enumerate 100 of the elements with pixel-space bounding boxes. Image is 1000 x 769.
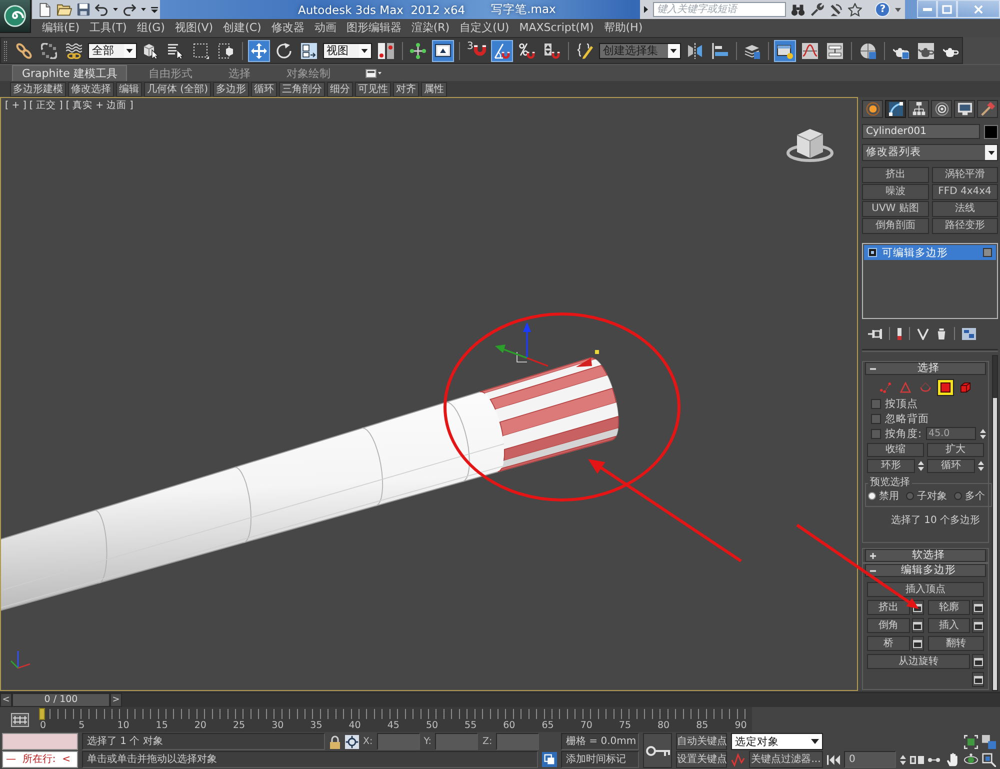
rollout-button[interactable]: 挤出 [867, 600, 910, 615]
open-folder-icon[interactable] [57, 2, 72, 16]
modifier-button[interactable]: 路径变形 [932, 218, 998, 234]
caret-icon[interactable] [895, 8, 901, 12]
menu-item[interactable]: MAXScript(M) [514, 20, 599, 36]
spinner-arrows-icon[interactable] [918, 460, 924, 472]
menu-item[interactable]: 创建(C) [218, 20, 266, 36]
two-rectangles-icon[interactable] [910, 756, 924, 764]
ribbon-tab[interactable]: 选择 [213, 65, 266, 81]
go-to-start-icon[interactable] [827, 754, 840, 764]
set-key-button[interactable] [643, 733, 672, 768]
toolbar-button[interactable] [491, 40, 513, 62]
rollout-button[interactable]: 从边旋转 [867, 654, 970, 669]
satellite-dish-icon[interactable] [829, 2, 844, 16]
rollout-button[interactable]: 轮廓 [928, 600, 970, 615]
crosshair-icon[interactable] [345, 734, 359, 748]
ribbon-panel-button[interactable]: 可见性 [354, 82, 391, 96]
auto-key-button[interactable]: 自动关键点 [676, 733, 727, 750]
settings-button[interactable] [912, 618, 924, 633]
time-slider-thumb[interactable]: 0 / 100 [12, 692, 110, 706]
checkbox[interactable] [871, 414, 881, 424]
application-menu-button[interactable] [0, 0, 31, 33]
spinner-arrows-icon[interactable] [980, 428, 986, 440]
ribbon-panel-button[interactable]: 多边形 [212, 82, 249, 96]
key-mode-dropdown[interactable]: 选定对象 [731, 733, 823, 750]
command-panel-tab[interactable] [954, 100, 975, 118]
rollout-button[interactable]: 倒角 [867, 618, 910, 633]
ribbon-panel-button[interactable]: 多边形建模 [10, 82, 66, 96]
modifier-list-dropdown[interactable]: 修改器列表 [862, 144, 998, 161]
lock-icon[interactable] [329, 734, 341, 748]
new-file-icon[interactable] [38, 2, 52, 16]
modifier-button[interactable]: UVW 贴图 [862, 201, 928, 217]
object-name-field[interactable]: Cylinder001 [862, 124, 980, 139]
viewport-label[interactable]: [ 正交 ] [29, 100, 63, 112]
frame-field[interactable]: 0 [844, 751, 896, 768]
rollout-header[interactable]: 软选择 [865, 549, 986, 562]
v-shape-icon[interactable] [917, 328, 929, 340]
overlapping-squares-icon[interactable] [542, 752, 557, 767]
framed-square-icon[interactable] [964, 734, 978, 748]
menu-item[interactable]: 组(G) [132, 20, 170, 36]
radio-button[interactable] [954, 492, 962, 500]
menu-item[interactable]: 图形编辑器 [341, 20, 406, 36]
rollout-button[interactable]: 翻转 [928, 636, 984, 651]
modifier-button[interactable]: 噪波 [862, 184, 928, 200]
ribbon-panel-button[interactable]: 对齐 [392, 82, 419, 96]
settings-button[interactable] [972, 654, 984, 669]
window-caret-icon[interactable] [365, 68, 382, 78]
settings-button[interactable] [972, 672, 984, 687]
pin-icon[interactable] [868, 328, 882, 340]
vertical-bar-icon[interactable] [897, 328, 902, 340]
scrollbar[interactable] [992, 355, 998, 691]
binoculars-icon[interactable] [791, 2, 806, 16]
trash-icon[interactable] [936, 328, 947, 340]
redo-icon[interactable] [123, 3, 136, 16]
ribbon-panel-button[interactable]: 循环 [250, 82, 277, 96]
ribbon-panel-button[interactable]: 修改选择 [68, 82, 114, 96]
toolbar-button[interactable] [248, 40, 270, 62]
ribbon-panel-button[interactable]: 几何体 (全部) [144, 82, 211, 96]
ribbon-panel-button[interactable]: 编辑 [116, 82, 142, 96]
rollout-button[interactable]: 扩大 [927, 443, 984, 457]
undo-icon[interactable] [95, 3, 108, 16]
magnifier-square-icon[interactable] [982, 752, 996, 766]
pan-hand-icon[interactable] [946, 752, 960, 766]
rollout-button[interactable]: 插入 [928, 618, 970, 633]
spinner-arrows-icon[interactable] [978, 460, 984, 472]
menu-item[interactable]: 修改器 [266, 20, 310, 36]
command-panel-tab[interactable] [862, 100, 883, 118]
coordinate-field[interactable] [376, 733, 420, 750]
bar-caret-icon[interactable] [151, 6, 158, 12]
two-squares-icon[interactable] [982, 734, 996, 748]
radio-button[interactable] [906, 492, 914, 500]
transform-gizmo[interactable] [495, 322, 548, 367]
modifier-button[interactable]: 涡轮平滑 [932, 167, 998, 183]
ribbon-tab[interactable]: 对象绘制 [271, 65, 346, 81]
menu-item[interactable]: 工具(T) [84, 20, 132, 36]
rollout-button[interactable]: 插入顶点 [867, 582, 984, 597]
subobject-level-button[interactable] [937, 378, 954, 396]
rollout-button[interactable]: 循环 [927, 459, 975, 473]
checkbox[interactable] [871, 428, 881, 438]
rollout-header[interactable]: 选择 [865, 362, 986, 375]
menu-item[interactable]: 视图(V) [170, 20, 218, 36]
color-swatch-icon[interactable] [984, 124, 998, 138]
rollout-button[interactable]: 环形 [867, 459, 915, 473]
toolbar-button[interactable] [774, 40, 796, 62]
script-input-field[interactable] [2, 733, 78, 750]
ribbon-tab[interactable]: 自由形式 [133, 65, 208, 81]
caret-icon[interactable] [141, 8, 146, 11]
current-frame-marker[interactable] [39, 708, 45, 720]
coordinate-field[interactable] [496, 733, 540, 750]
toolbar-button[interactable] [432, 40, 454, 62]
settings-button[interactable] [972, 618, 984, 633]
orbit-icon[interactable] [964, 752, 978, 766]
ribbon-panel-button[interactable]: 细分 [326, 82, 353, 96]
menu-item[interactable]: 自定义(U) [454, 20, 514, 36]
command-panel-tab[interactable] [931, 100, 952, 118]
toolbar-dropdown[interactable]: 视图 [322, 42, 372, 58]
settings-button[interactable] [972, 600, 984, 615]
wrench-icon[interactable] [810, 2, 824, 16]
help-button[interactable]: ? [875, 2, 890, 17]
menu-item[interactable]: 动画 [309, 20, 342, 36]
